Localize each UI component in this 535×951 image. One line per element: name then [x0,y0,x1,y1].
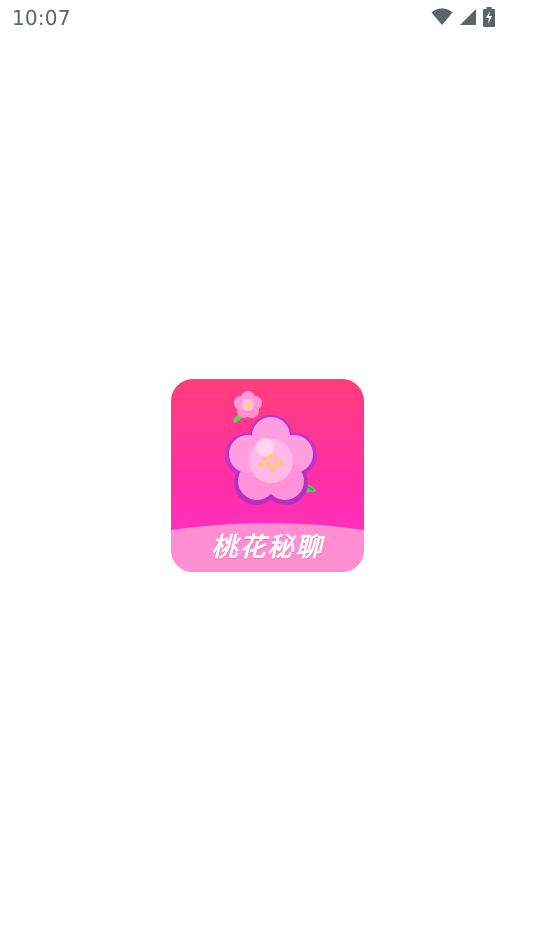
status-icons [431,7,495,27]
status-time: 10:07 [12,6,71,30]
status-bar: 10:07 [0,0,535,36]
cellular-signal-icon [459,8,477,26]
app-logo: 桃花秘聊 [171,379,364,572]
battery-charging-icon [483,7,495,27]
logo-text: 桃花秘聊 [211,533,324,563]
wifi-icon [431,8,453,26]
